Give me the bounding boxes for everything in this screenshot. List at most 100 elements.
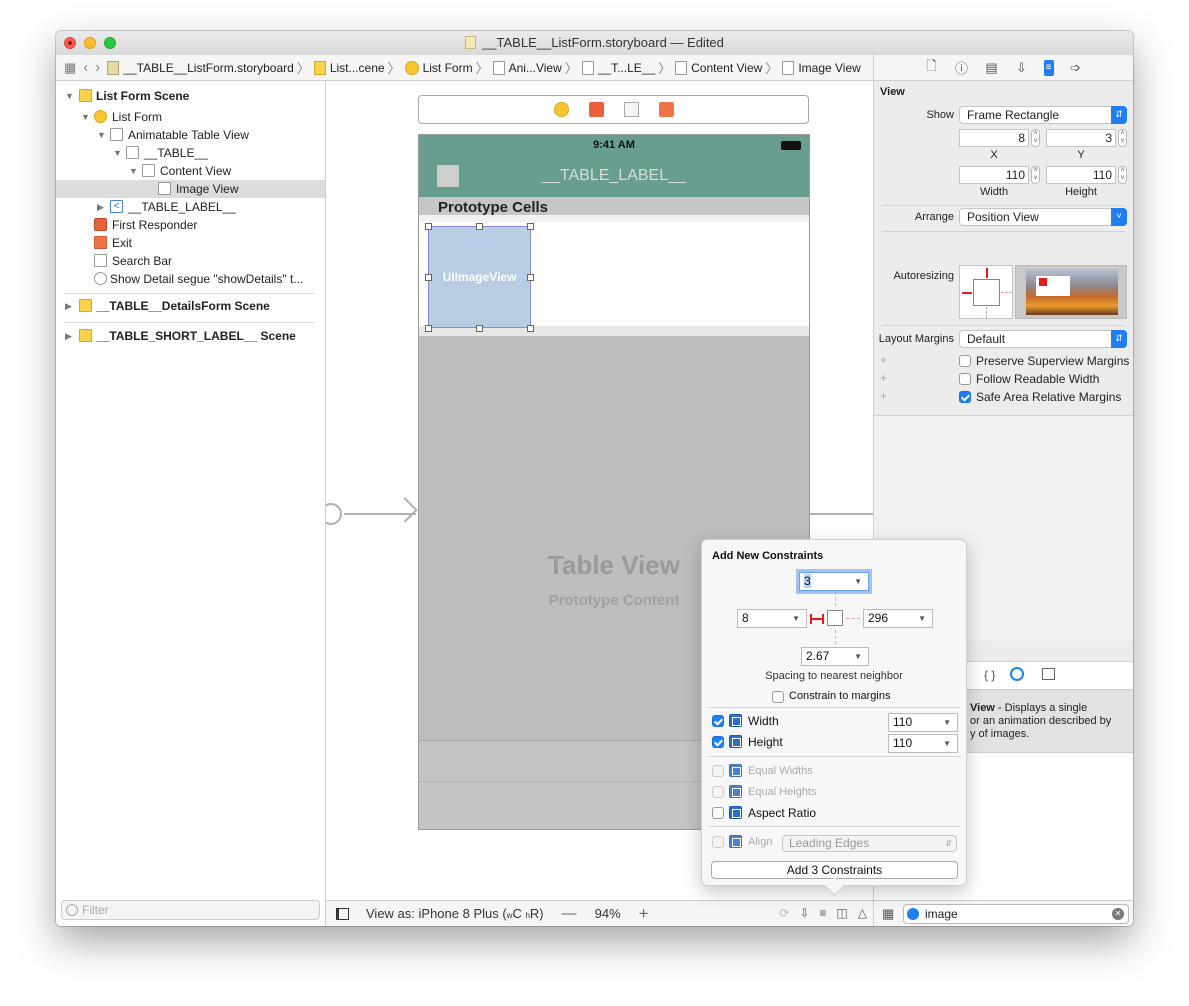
dropdown-arrow-icon[interactable]: ▼ — [854, 573, 862, 590]
resize-handle[interactable] — [425, 274, 432, 281]
outline-item-image-view[interactable]: Image View — [56, 180, 325, 198]
y-stepper[interactable]: ˄ ˅ — [1118, 129, 1127, 147]
disclosure-open-icon[interactable]: ▼ — [97, 126, 106, 144]
top-pin-icon[interactable] — [835, 592, 836, 606]
object-library-icon[interactable] — [1010, 667, 1024, 681]
resolve-issues-icon[interactable]: △ — [858, 906, 867, 920]
resize-handle[interactable] — [527, 274, 534, 281]
connections-inspector-icon[interactable]: ➩ — [1068, 60, 1084, 76]
clear-search-icon[interactable]: ✕ — [1112, 908, 1124, 920]
attributes-inspector-icon[interactable]: ⇩ — [1014, 60, 1030, 76]
crumb-table-view[interactable]: Ani...View 〉 — [492, 58, 582, 77]
disclosure-open-icon[interactable]: ▼ — [129, 162, 138, 180]
disclosure-closed-icon[interactable]: ▶ — [65, 297, 72, 315]
plus-icon[interactable]: + — [880, 353, 887, 367]
outline-item-search-bar[interactable]: Search Bar — [56, 252, 325, 270]
outline-item-list-form-scene[interactable]: ▼ List Form Scene — [56, 87, 325, 105]
height-value-combo[interactable]: 110 ▼ — [888, 734, 958, 753]
arrange-popup[interactable]: Position View ˅ — [959, 208, 1127, 226]
width-value-combo[interactable]: 110 ▼ — [888, 713, 958, 732]
outline-item-content-view[interactable]: ▼ Content View — [56, 162, 325, 180]
width-stepper[interactable]: ˄ ˅ — [1031, 166, 1040, 184]
layout-margins-popup[interactable]: Default ⇵ — [959, 330, 1127, 348]
zoom-in-button[interactable]: + — [639, 904, 649, 924]
grid-view-icon[interactable]: ▦ — [882, 906, 894, 922]
outline-item-list-form[interactable]: ▼ List Form — [56, 108, 325, 126]
equal-heights-checkbox[interactable] — [712, 786, 724, 798]
width-checkbox[interactable] — [712, 715, 724, 727]
disclosure-open-icon[interactable]: ▼ — [65, 87, 74, 105]
crumb-view-controller[interactable]: List Form 〉 — [404, 58, 493, 77]
outline-item-first-responder[interactable]: First Responder — [56, 216, 325, 234]
prototype-cell[interactable]: UIImageView — [419, 215, 809, 336]
height-field[interactable]: 110 — [1046, 166, 1116, 184]
resize-handle[interactable] — [425, 325, 432, 332]
navigation-bar[interactable]: __TABLE_LABEL__ — [419, 155, 809, 197]
crumb-scene[interactable]: List...cene 〉 — [313, 58, 405, 77]
autoresizing-mask-editor[interactable] — [959, 265, 1013, 319]
align-icon[interactable]: ≡ — [819, 906, 826, 920]
minimize-window-button[interactable] — [84, 37, 96, 49]
show-popup[interactable]: Frame Rectangle ⇵ — [959, 106, 1127, 124]
x-field[interactable]: 8 — [959, 129, 1029, 147]
constrain-to-margins-checkbox[interactable] — [772, 691, 784, 703]
outline-item-table-cell[interactable]: ▼ __TABLE__ — [56, 144, 325, 162]
exit-icon[interactable] — [658, 102, 674, 117]
outline-item-animatable-table-view[interactable]: ▼ Animatable Table View — [56, 126, 325, 144]
height-stepper[interactable]: ˄ ˅ — [1118, 166, 1127, 184]
zoom-level[interactable]: 94% — [595, 906, 621, 921]
view-controller-icon[interactable] — [553, 102, 569, 117]
dropdown-arrow-icon[interactable]: ▼ — [943, 714, 951, 731]
crumb-table-cell[interactable]: __T...LE__ 〉 — [581, 58, 675, 77]
outline-item-short-label-scene[interactable]: ▶ __TABLE_SHORT_LABEL__ Scene — [56, 327, 325, 345]
disclosure-closed-icon[interactable]: ▶ — [65, 327, 72, 345]
embed-in-stack-icon[interactable]: ⇩ — [799, 906, 809, 920]
code-snippet-library-icon[interactable]: { } — [984, 668, 995, 682]
outline-item-details-form-scene[interactable]: ▶ __TABLE__DetailsForm Scene — [56, 297, 325, 315]
related-items-icon[interactable]: ▦ — [64, 60, 76, 76]
size-inspector-icon[interactable]: ≡ — [1043, 59, 1054, 76]
y-field[interactable]: 3 — [1046, 129, 1116, 147]
media-library-icon[interactable] — [1042, 668, 1055, 680]
update-frames-icon[interactable]: ⟳ — [779, 906, 789, 920]
plus-icon[interactable]: + — [880, 389, 887, 403]
top-strut[interactable] — [986, 268, 988, 278]
outline-item-table-label[interactable]: ▶ < __TABLE_LABEL__ — [56, 198, 325, 216]
dropdown-arrow-icon[interactable]: ▼ — [918, 610, 926, 627]
safe-area-relative-margins-checkbox[interactable] — [959, 391, 971, 403]
trailing-spacing-combo[interactable]: 296 ▼ — [863, 609, 933, 628]
quick-help-icon[interactable]: ⓘ — [954, 58, 970, 77]
view-as-button[interactable]: View as: iPhone 8 Plus (wC hR) — [366, 906, 544, 921]
identity-inspector-icon[interactable]: ▤ — [984, 60, 1000, 76]
dropdown-arrow-icon[interactable]: ▼ — [943, 735, 951, 752]
file-inspector-icon[interactable]: 🗋 — [924, 57, 940, 79]
resize-handle[interactable] — [527, 223, 534, 230]
align-popup[interactable]: Leading Edges ⇵ — [782, 835, 957, 852]
crumb-content-view[interactable]: Content View 〉 — [675, 58, 782, 77]
left-strut[interactable] — [962, 292, 972, 294]
library-search-input[interactable]: image ✕ — [903, 904, 1129, 924]
disclosure-closed-icon[interactable]: ▶ — [97, 198, 104, 216]
top-spacing-combo[interactable]: 3 ▼ — [799, 572, 869, 591]
plus-icon[interactable]: + — [880, 371, 887, 385]
resize-handle[interactable] — [476, 325, 483, 332]
image-view[interactable]: UIImageView — [428, 226, 531, 328]
crumb-storyboard[interactable]: __TABLE__ListForm.storyboard 〉 — [107, 58, 314, 77]
dropdown-arrow-icon[interactable]: ▼ — [792, 610, 800, 627]
trailing-pin-icon[interactable] — [846, 618, 860, 619]
add-constraints-icon[interactable]: ◫ — [836, 906, 847, 920]
leading-spacing-combo[interactable]: 8 ▼ — [737, 609, 807, 628]
resize-handle[interactable] — [425, 223, 432, 230]
first-responder-icon[interactable] — [588, 102, 604, 117]
aspect-ratio-checkbox[interactable] — [712, 807, 724, 819]
close-window-button[interactable] — [64, 37, 76, 49]
forward-button[interactable]: › — [95, 59, 100, 76]
crumb-image-view[interactable]: Image View — [782, 60, 861, 75]
zoom-out-button[interactable]: — — [562, 905, 577, 922]
outline-item-segue[interactable]: Show Detail segue "showDetails" t... — [56, 270, 325, 288]
add-constraints-button[interactable]: Add 3 Constraints — [711, 861, 958, 879]
outline-item-exit[interactable]: Exit — [56, 234, 325, 252]
search-bar-icon[interactable] — [623, 102, 639, 117]
outline-toggle-icon[interactable] — [336, 907, 349, 920]
bottom-strut[interactable] — [986, 307, 987, 318]
